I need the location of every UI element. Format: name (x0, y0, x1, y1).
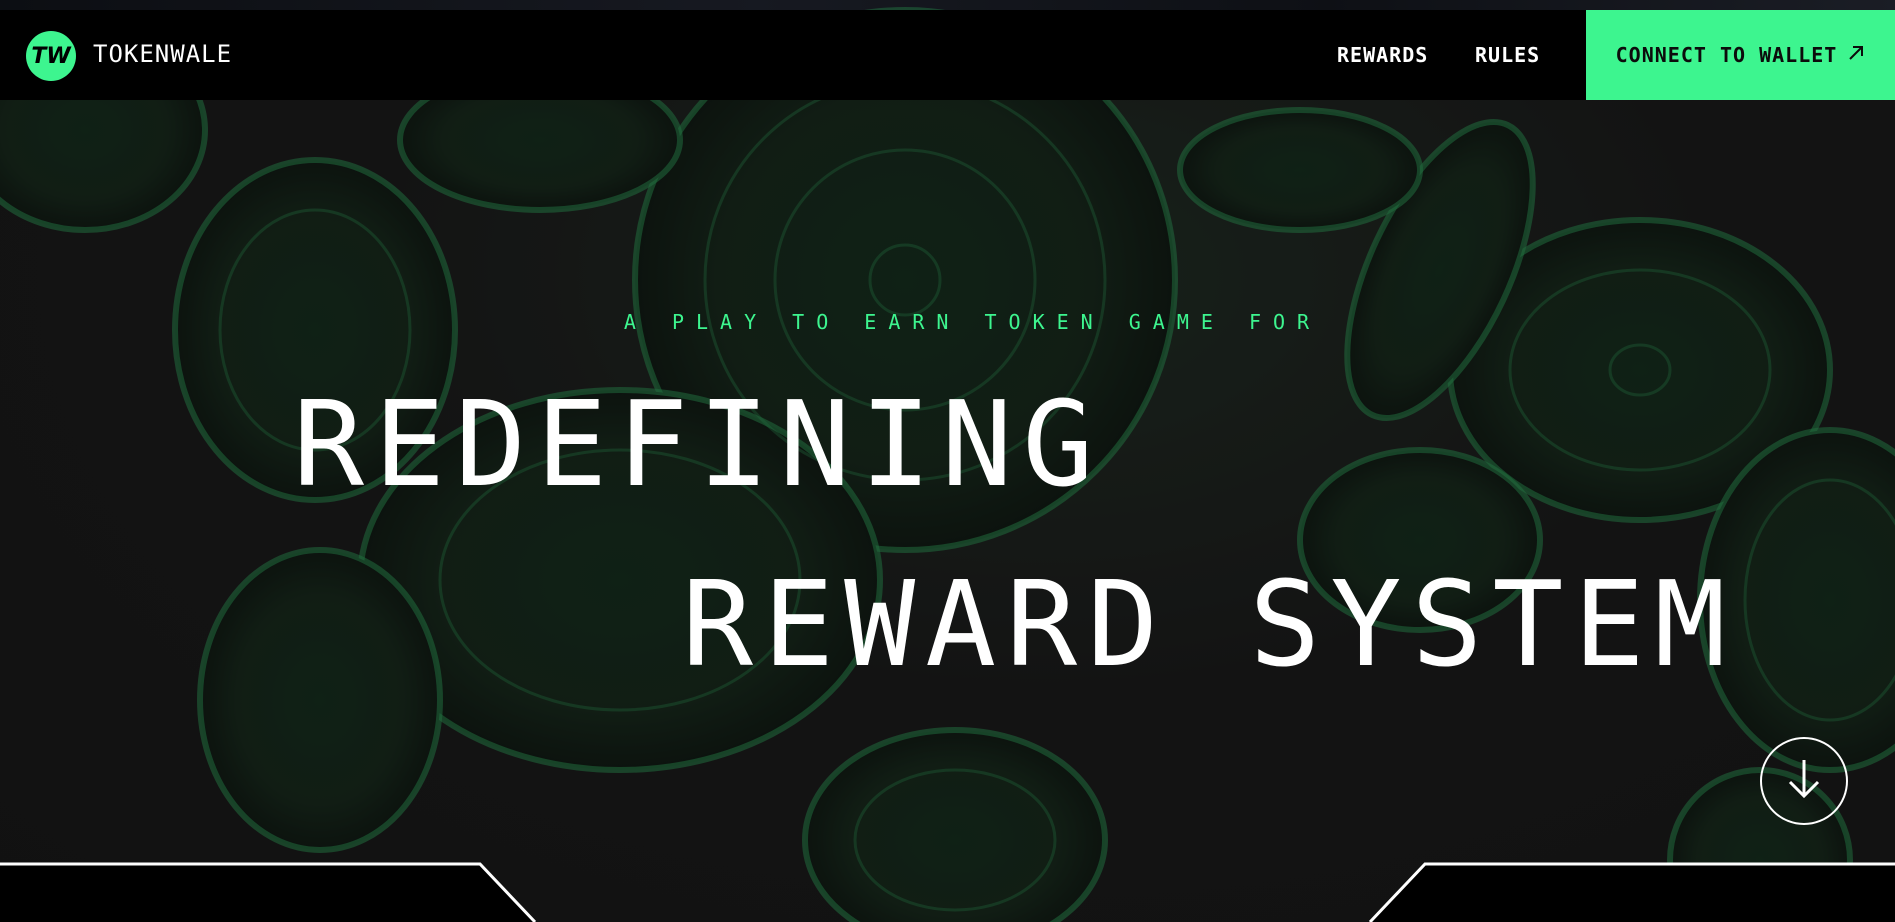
nav-link-rules[interactable]: RULES (1475, 43, 1540, 67)
nav-link-rewards[interactable]: REWARDS (1337, 43, 1428, 67)
landing-page: TW TOKENWALE REWARDS RULES CONNECT TO WA… (0, 0, 1895, 922)
scroll-down-button[interactable] (1760, 737, 1848, 825)
navbar: TW TOKENWALE REWARDS RULES CONNECT TO WA… (0, 10, 1895, 100)
connect-wallet-label: CONNECT TO WALLET (1615, 43, 1838, 67)
hero-headline-line2: REWARD SYSTEM (682, 555, 1736, 693)
logo-badge[interactable]: TW (26, 31, 76, 81)
connect-wallet-button[interactable]: CONNECT TO WALLET (1586, 10, 1895, 100)
hero-headline-line1: REDEFINING (293, 375, 1104, 513)
arrow-down-icon (1784, 756, 1824, 806)
logo-mark: TW (31, 43, 71, 69)
arrow-up-right-icon (1847, 43, 1865, 68)
hero-tagline: A PLAY TO EARN TOKEN GAME FOR (623, 310, 1322, 334)
bottom-frame-decoration (0, 862, 1895, 922)
brand-name[interactable]: TOKENWALE (93, 40, 232, 68)
